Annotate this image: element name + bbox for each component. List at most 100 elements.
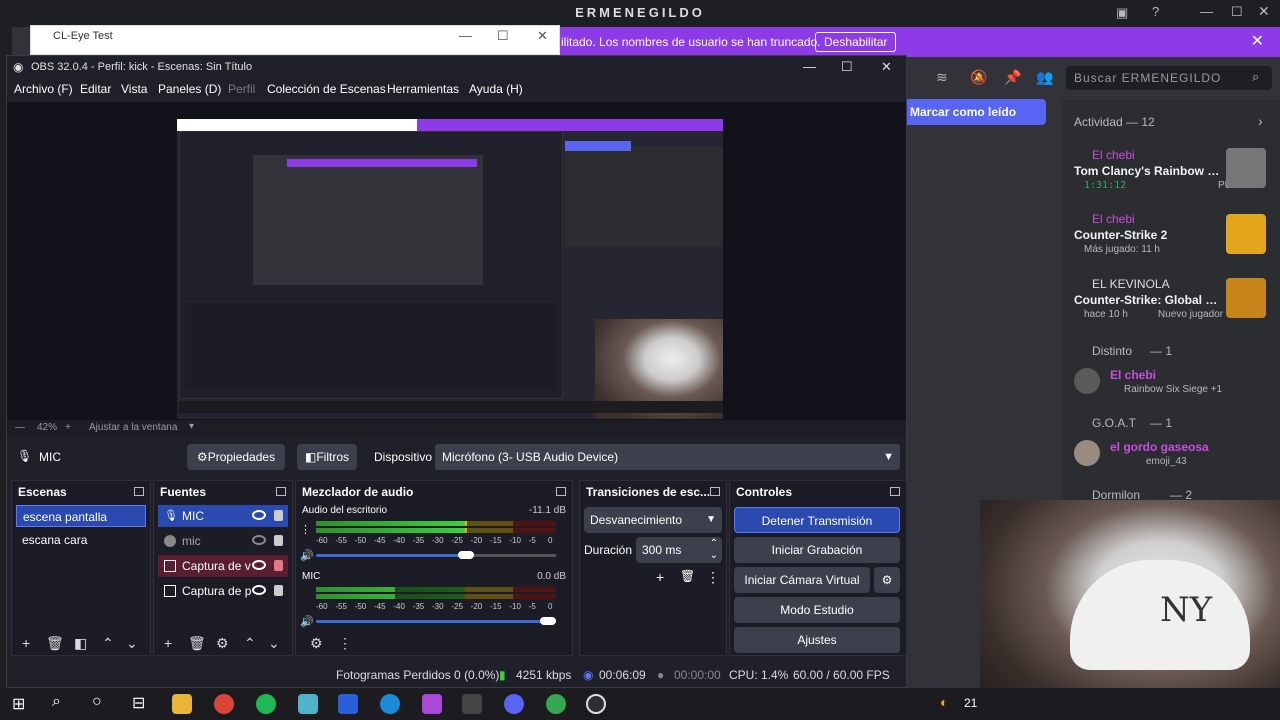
menu-profile[interactable]: Perfil — [228, 82, 255, 96]
threads-icon[interactable]: ≋ — [936, 69, 948, 86]
undock-icon[interactable] — [134, 487, 144, 496]
chevron-down-icon[interactable]: ⌄ — [268, 635, 280, 652]
chrome-icon[interactable] — [546, 694, 566, 714]
mark-read-button[interactable]: Marcar como leído — [906, 99, 1046, 125]
member-name[interactable]: el gordo gaseosa — [1110, 440, 1209, 454]
eye-hidden-icon[interactable] — [252, 535, 266, 545]
slider-knob[interactable] — [540, 617, 556, 625]
menu-dots-icon[interactable]: ⋮ — [300, 523, 311, 536]
member-name[interactable]: El chebi — [1110, 368, 1156, 382]
chevron-up-icon[interactable]: ⌃ — [102, 635, 114, 652]
menu-docks[interactable]: Paneles (D) — [158, 82, 221, 96]
menu-dots-icon[interactable]: ⋮ — [706, 569, 720, 586]
cleye-window[interactable]: CL-Eye Test — ☐ ✕ — [30, 25, 560, 55]
settings-button[interactable]: Ajustes — [734, 627, 900, 653]
windows-start-icon[interactable]: ⊞ — [12, 694, 25, 714]
stepper-down-icon[interactable]: ⌄ — [710, 543, 718, 569]
notification-icon[interactable]: ◐ — [940, 694, 948, 710]
eye-icon[interactable] — [252, 560, 266, 570]
properties-button[interactable]: ⚙Propiedades — [187, 444, 285, 470]
eye-icon[interactable] — [252, 585, 266, 595]
avatar[interactable] — [1074, 368, 1100, 394]
activity-user[interactable]: El chebi — [1092, 148, 1135, 162]
inbox-icon[interactable]: ▣ — [1116, 5, 1128, 21]
duration-input[interactable]: 300 ms ⌃ ⌄ — [636, 537, 722, 563]
stop-streaming-button[interactable]: Detener Transmisión — [734, 507, 900, 533]
slider-knob[interactable] — [458, 551, 474, 559]
task-view-icon[interactable]: ⊟ — [132, 693, 145, 713]
speaker-icon[interactable]: 🔊 — [300, 615, 314, 628]
chrome-icon[interactable] — [214, 694, 234, 714]
activity-user[interactable]: El chebi — [1092, 212, 1135, 226]
zoom-out-icon[interactable]: — — [15, 422, 25, 433]
cortana-icon[interactable]: ○ — [92, 693, 102, 711]
app-icon[interactable] — [298, 694, 318, 714]
minimize-icon[interactable]: — — [803, 56, 816, 78]
virtual-camera-settings-button[interactable]: ⚙ — [874, 567, 900, 593]
close-notice-icon[interactable]: ✕ — [1251, 27, 1264, 57]
mute-icon[interactable]: 🔕 — [970, 69, 987, 86]
transition-dropdown[interactable]: Desvanecimiento ▼ — [584, 507, 722, 533]
add-icon[interactable]: + — [22, 635, 30, 651]
close-icon[interactable]: ✕ — [881, 56, 892, 78]
close-icon[interactable]: ✕ — [1258, 3, 1270, 20]
lock-icon[interactable] — [274, 560, 283, 571]
menu-help[interactable]: Ayuda (H) — [469, 82, 523, 96]
obs-icon[interactable] — [586, 694, 606, 714]
filters-button[interactable]: ◧Filtros — [297, 444, 357, 470]
scene-item[interactable]: escena pantalla — [16, 505, 146, 527]
spotify-icon[interactable] — [256, 694, 276, 714]
menu-file[interactable]: Archivo (F) — [14, 82, 73, 96]
search-icon[interactable]: ⌕ — [52, 693, 61, 711]
discord-search-input[interactable]: Buscar ERMENEGILDO — [1066, 66, 1272, 90]
fit-window-label[interactable]: Ajustar a la ventana — [89, 422, 177, 433]
chevron-down-icon[interactable]: ⌄ — [126, 635, 138, 652]
file-explorer-icon[interactable] — [172, 694, 192, 714]
undock-icon[interactable] — [276, 487, 286, 496]
add-icon[interactable]: + — [656, 569, 664, 585]
filters-icon[interactable]: ◧ — [74, 635, 87, 652]
source-item[interactable]: Captura de p — [158, 580, 288, 602]
source-item[interactable]: mic — [158, 530, 288, 552]
edge-icon[interactable] — [380, 694, 400, 714]
disable-button[interactable]: Deshabilitar — [815, 32, 897, 52]
maximize-icon[interactable]: ☐ — [1231, 4, 1243, 20]
menu-dots-icon[interactable]: ⋮ — [338, 635, 352, 652]
studio-mode-button[interactable]: Modo Estudio — [734, 597, 900, 623]
gear-icon[interactable]: ⚙ — [216, 635, 229, 652]
source-item[interactable]: Captura de v — [158, 555, 288, 577]
activity-user[interactable]: EL KEVINOLA — [1092, 277, 1170, 291]
minimize-icon[interactable]: — — [1200, 4, 1213, 19]
minimize-icon[interactable]: — — [459, 26, 472, 46]
menu-scene-collection[interactable]: Colección de Escenas — [267, 82, 386, 96]
start-virtual-camera-button[interactable]: Iniciar Cámara Virtual — [734, 567, 870, 593]
trash-icon[interactable]: 🗑 — [680, 569, 695, 583]
app-icon[interactable] — [462, 694, 482, 714]
volume-slider[interactable] — [316, 551, 556, 559]
device-dropdown[interactable]: Micrófono (3- USB Audio Device) ▼ — [435, 444, 900, 470]
menu-edit[interactable]: Editar — [80, 82, 111, 96]
chevron-right-icon[interactable]: › — [1258, 113, 1263, 129]
chevron-up-icon[interactable]: ⌃ — [244, 635, 256, 652]
menu-view[interactable]: Vista — [121, 82, 147, 96]
menu-tools[interactable]: Herramientas — [387, 82, 459, 96]
members-icon[interactable]: 👥 — [1036, 69, 1053, 86]
add-icon[interactable]: + — [164, 635, 172, 651]
discord-icon[interactable] — [504, 694, 524, 714]
maximize-icon[interactable]: ☐ — [497, 26, 509, 46]
chevron-down-icon[interactable]: ▾ — [189, 421, 194, 432]
lock-icon[interactable] — [274, 535, 283, 546]
help-icon[interactable]: ? — [1152, 4, 1159, 19]
undock-icon[interactable] — [710, 487, 720, 496]
trash-icon[interactable]: 🗑 — [46, 635, 64, 652]
source-item[interactable]: 🎙 MIC — [158, 505, 288, 527]
app-icon[interactable] — [422, 694, 442, 714]
eye-icon[interactable] — [252, 510, 266, 520]
pin-icon[interactable]: 📌 — [1004, 69, 1021, 86]
volume-slider[interactable] — [316, 617, 556, 625]
scene-item[interactable]: escana cara — [16, 529, 146, 551]
close-icon[interactable]: ✕ — [537, 26, 548, 46]
undock-icon[interactable] — [890, 487, 900, 496]
undock-icon[interactable] — [556, 487, 566, 496]
lock-icon[interactable] — [274, 585, 283, 596]
